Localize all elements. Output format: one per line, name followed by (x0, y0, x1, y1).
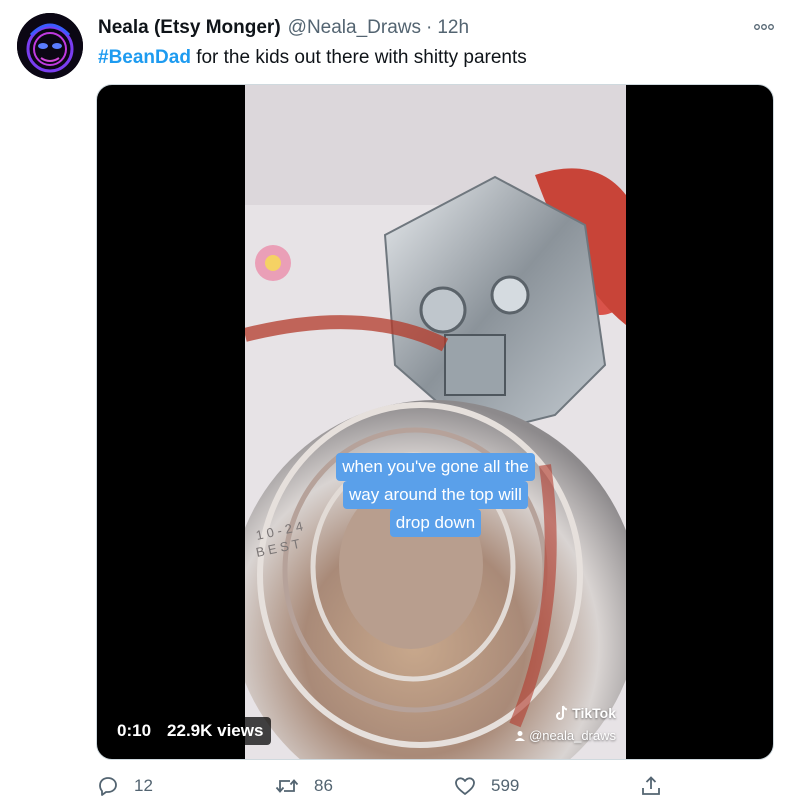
user-icon (515, 730, 526, 741)
video-frame[interactable]: 1 0 - 2 4 B E S T when you've gone all t… (245, 85, 626, 759)
retweet-icon (275, 779, 299, 793)
video-duration: 0:10 (117, 721, 152, 740)
like-count: 599 (491, 776, 520, 795)
like-button[interactable]: 599 (453, 774, 519, 798)
tweet[interactable]: Neala (Etsy Monger) @Neala_Draws · 12h #… (0, 0, 792, 812)
tiktok-logo-icon (556, 705, 568, 720)
timestamp[interactable]: 12h (437, 17, 469, 39)
share-button[interactable] (639, 774, 663, 798)
more-icon (754, 24, 774, 30)
more-button[interactable] (752, 16, 776, 38)
tiktok-user-label: @neala_draws (529, 728, 616, 743)
hashtag-link[interactable]: #BeanDad (98, 47, 191, 68)
caption-line: drop down (389, 509, 482, 537)
tweet-body: for the kids out there with shitty paren… (190, 47, 527, 68)
reply-icon (99, 777, 117, 796)
display-name[interactable]: Neala (Etsy Monger) (98, 17, 281, 39)
tiktok-username: @neala_draws (514, 728, 616, 743)
reply-button[interactable]: 12 (96, 774, 153, 798)
video-caption: when you've gone all the way around the … (245, 453, 626, 537)
handle[interactable]: @Neala_Draws (288, 17, 421, 39)
tweet-text: #BeanDad for the kids out there with shi… (98, 46, 527, 70)
video-info-badge: 0:10 22.9K views (109, 717, 272, 745)
retweet-count: 86 (314, 776, 333, 795)
share-icon (642, 776, 660, 795)
video-still: 1 0 - 2 4 B E S T (245, 85, 626, 759)
tiktok-brand: TikTok (572, 705, 616, 721)
video-views: 22.9K views (167, 721, 264, 740)
retweet-button[interactable]: 86 (274, 774, 333, 798)
video-player[interactable]: 1 0 - 2 4 B E S T when you've gone all t… (96, 84, 774, 760)
caption-line: way around the top will (343, 481, 528, 509)
like-icon (455, 777, 475, 795)
caption-line: when you've gone all the (336, 453, 535, 481)
tweet-header: Neala (Etsy Monger) @Neala_Draws · 12h (98, 15, 469, 41)
reply-count: 12 (134, 776, 153, 795)
tiktok-watermark: TikTok (555, 705, 616, 721)
separator: · (426, 17, 433, 38)
avatar[interactable] (17, 13, 83, 79)
action-bar: 12 86 599 (96, 774, 676, 800)
